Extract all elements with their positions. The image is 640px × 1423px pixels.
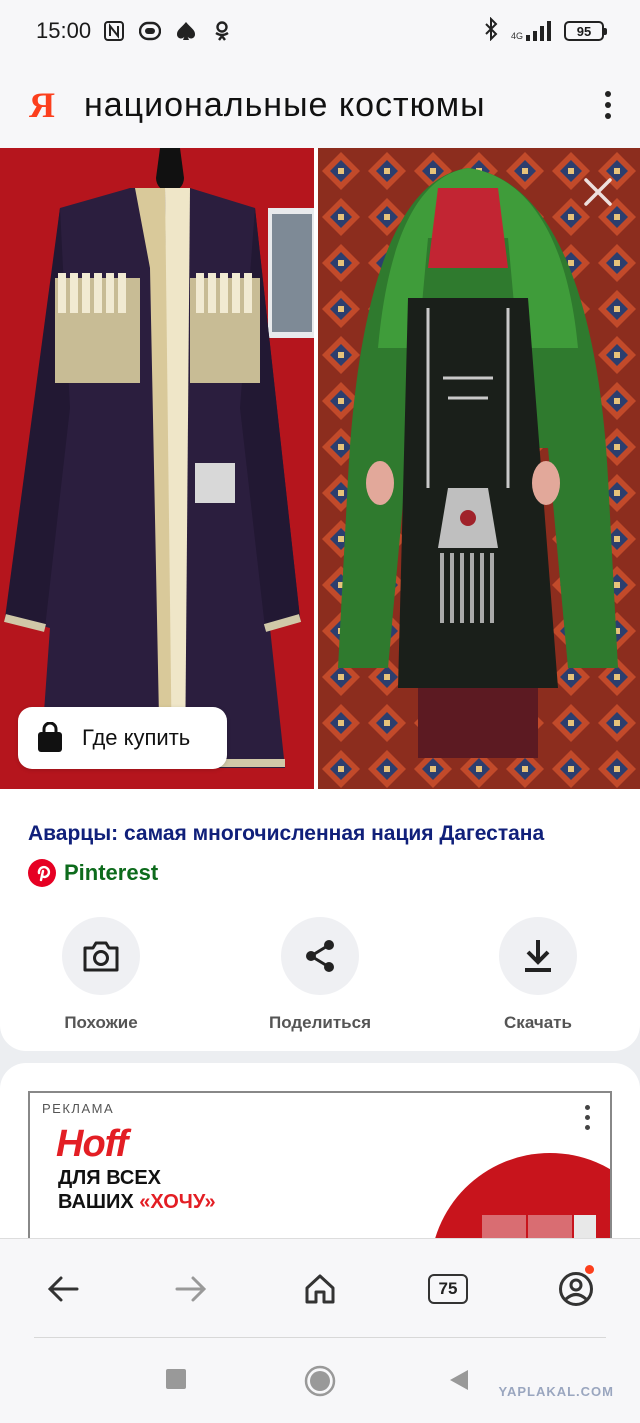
hoff-logo: Hoff [56, 1123, 128, 1165]
result-info-card: Аварцы: самая многочисленная нация Дагес… [0, 789, 640, 1051]
ad-slogan-prefix: ВАШИХ [58, 1191, 140, 1213]
action-icon-wrapper [281, 917, 359, 995]
pinterest-icon [28, 859, 56, 887]
action-icon-wrapper [62, 917, 140, 995]
download-label: Скачать [504, 1013, 572, 1032]
notification-dot [585, 1265, 594, 1274]
where-to-buy-label: Где купить [82, 725, 191, 750]
arrow-left-icon [47, 1276, 79, 1302]
battery-indicator: 95 [564, 21, 607, 41]
recent-apps-icon[interactable] [165, 1368, 187, 1390]
ad-slogan-accent: «ХОЧУ» [139, 1191, 216, 1213]
browser-toolbar: 75 [0, 1238, 640, 1338]
tabs-button[interactable]: 75 [418, 1261, 478, 1317]
chat-app-icon [139, 20, 162, 42]
download-icon [525, 940, 551, 972]
system-back-icon[interactable] [448, 1368, 470, 1392]
system-navigation-bar: YAPLAKAL.COM [0, 1338, 640, 1423]
ad-slogan-line2: ВАШИХ «ХОЧУ» [58, 1191, 216, 1214]
forward-button[interactable] [161, 1261, 221, 1317]
search-query[interactable]: национальные костюмы [84, 86, 576, 125]
status-bar: 15:00 4G 95 [0, 0, 640, 62]
home-button[interactable] [290, 1261, 350, 1317]
status-time: 15:00 [36, 18, 92, 43]
profile-icon [559, 1272, 593, 1306]
more-menu-icon[interactable] [576, 73, 640, 137]
ad-card: РЕКЛАМА Hoff ДЛЯ ВСЕХ ВАШИХ «ХОЧУ» [0, 1063, 640, 1271]
spade-icon [175, 20, 197, 42]
search-header: Я национальные костюмы [0, 62, 640, 148]
network-type: 4G [510, 31, 523, 41]
share-button[interactable]: Поделиться [250, 917, 390, 1033]
shopping-bag-icon [38, 722, 62, 752]
yandex-logo[interactable]: Я [0, 84, 84, 126]
similar-button[interactable]: Похожие [31, 917, 171, 1033]
ok-app-icon [211, 20, 233, 42]
image-viewer[interactable]: Где купить [0, 148, 640, 789]
nfc-icon [103, 20, 125, 42]
ad-more-icon[interactable] [585, 1105, 590, 1130]
where-to-buy-button[interactable]: Где купить [18, 707, 227, 769]
result-title[interactable]: Аварцы: самая многочисленная нация Дагес… [28, 822, 612, 846]
result-source[interactable]: Pinterest [28, 859, 158, 887]
back-button[interactable] [33, 1261, 93, 1317]
arrow-right-icon [175, 1276, 207, 1302]
close-icon[interactable] [578, 172, 618, 212]
camera-search-icon [83, 941, 119, 972]
turkmen-costume-photo [318, 148, 640, 789]
circassian-coat-photo [0, 148, 314, 789]
profile-button[interactable] [546, 1261, 606, 1317]
ad-label: РЕКЛАМА [42, 1101, 115, 1116]
source-name: Pinterest [64, 860, 159, 885]
download-button[interactable]: Скачать [468, 917, 608, 1033]
system-home-icon[interactable] [304, 1365, 336, 1397]
bluetooth-icon [483, 16, 499, 46]
tabs-count: 75 [428, 1274, 468, 1304]
ad-slogan-line1: ДЛЯ ВСЕХ [58, 1167, 162, 1189]
share-icon [306, 940, 334, 972]
share-label: Поделиться [268, 1013, 372, 1032]
signal-indicator: 4G [511, 21, 552, 41]
home-icon [305, 1274, 335, 1304]
similar-label: Похожие [64, 1013, 138, 1032]
action-icon-wrapper [499, 917, 577, 995]
signal-bars-icon [526, 21, 551, 41]
watermark: YAPLAKAL.COM [498, 1384, 614, 1399]
